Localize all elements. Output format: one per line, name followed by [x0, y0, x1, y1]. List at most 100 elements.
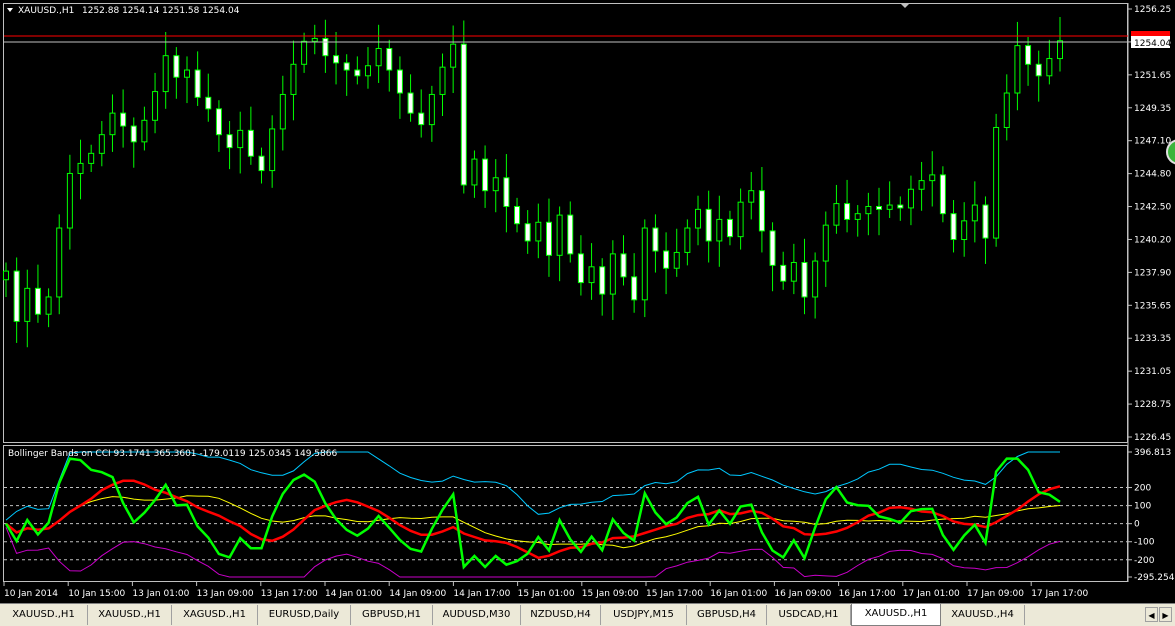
candle-body: [45, 296, 52, 315]
candle-body: [183, 69, 190, 78]
candle-body: [205, 96, 212, 110]
chart-shift-marker-icon[interactable]: [900, 3, 910, 8]
candle-body: [194, 69, 201, 98]
candle-body: [673, 251, 680, 269]
candle-body: [865, 205, 872, 215]
chart-tab-gbpusd-h4-8[interactable]: GBPUSD,H4: [687, 605, 767, 625]
time-label: 10 Jan 2014: [4, 589, 58, 599]
candle-body: [1025, 45, 1032, 65]
tab-scroll-right-icon[interactable]: ▶: [1159, 607, 1172, 622]
chart-tab-xauusd-h1-0[interactable]: XAUUSD.,H1: [0, 605, 88, 625]
price-scale[interactable]: 1256.251253.951251.651249.351247.101244.…: [1128, 5, 1171, 443]
candle-body: [886, 204, 893, 210]
candle-body: [822, 224, 829, 262]
chart-tab-xauusd-h4-11[interactable]: XAUUSD.,H4: [941, 605, 1025, 625]
candle-body: [780, 264, 787, 282]
chart-tab-usdjpy-m15-7[interactable]: USDJPY,M15: [601, 605, 687, 625]
candle-body: [1057, 40, 1063, 60]
candle-body: [641, 227, 648, 301]
candle-body: [833, 203, 840, 226]
candle-body: [918, 180, 925, 190]
time-axis[interactable]: 10 Jan 2014 10 Jan 15:00 13 Jan 01:00 13 Ja…: [3, 582, 1088, 599]
price-chart[interactable]: XAUUSD.,H1 1252.88 1254.14 1251.58 1254.…: [0, 0, 1175, 603]
candle-body: [301, 40, 308, 65]
candle-body: [34, 287, 41, 315]
chart-tab-nzdusd-h4-6[interactable]: NZDUSD,H4: [521, 605, 601, 625]
chart-tab-eurusd-daily-3[interactable]: EURUSD,Daily: [258, 605, 351, 625]
candle-body: [333, 55, 340, 64]
candle-body: [354, 69, 361, 77]
price-label: 1233.35: [1134, 334, 1171, 344]
indicator-lines: [4, 451, 1061, 578]
candle-body: [311, 37, 318, 42]
candle-body: [726, 218, 733, 238]
indicator-scale-label: 200: [1134, 484, 1151, 494]
time-label: 13 Jan 17:00: [261, 589, 318, 599]
candle-body: [375, 47, 382, 67]
time-label: 14 Jan 17:00: [453, 589, 510, 599]
candle-body: [737, 201, 744, 238]
candle-body: [663, 250, 670, 269]
candle-body: [450, 43, 457, 68]
candle-body: [418, 112, 425, 126]
candle-body: [545, 221, 552, 256]
candle-body: [567, 214, 574, 255]
candle-body: [66, 172, 73, 229]
candle-body: [24, 287, 31, 322]
candle-body: [343, 62, 350, 71]
candle-body: [439, 66, 446, 95]
time-label: 15 Jan 09:00: [582, 589, 639, 599]
time-label: 15 Jan 01:00: [518, 589, 575, 599]
price-label: 1226.45: [1134, 433, 1171, 443]
candle-body: [705, 208, 712, 242]
candle-body: [279, 93, 286, 130]
candle-body: [993, 126, 1000, 239]
indicator-scale-label: -200: [1134, 556, 1155, 566]
candle-body: [695, 208, 702, 229]
candle-body: [758, 190, 765, 232]
chart-tab-audusd-m30-5[interactable]: AUDUSD,M30: [433, 605, 521, 625]
candle-body: [77, 162, 84, 174]
chart-tab-bar: XAUUSD.,H1 XAUUSD.,H1 XAGUSD.,H1 EURUSD,Dai…: [0, 603, 1175, 626]
candle-body: [609, 253, 616, 295]
time-label: 14 Jan 01:00: [325, 589, 382, 599]
chart-tab-gbpusd-h1-4[interactable]: GBPUSD,H1: [351, 605, 433, 625]
candle-body: [492, 177, 499, 192]
main-plot-frame: [3, 3, 1128, 443]
candle-body: [577, 253, 584, 284]
candle-body: [929, 174, 936, 182]
time-label: 16 Jan 17:00: [839, 589, 896, 599]
candle-body: [961, 220, 968, 241]
time-label: 14 Jan 09:00: [389, 589, 446, 599]
candle-body: [503, 177, 510, 207]
chart-menu-arrow-icon[interactable]: [7, 8, 13, 12]
indicator-scale[interactable]: 396.813 200 100 0 -100 -200 -295.2547: [1128, 448, 1175, 583]
candle-body: [152, 91, 159, 121]
candle-body: [812, 260, 819, 298]
candle-body: [215, 108, 222, 136]
candle-body: [801, 261, 808, 298]
tab-scroll-left-icon[interactable]: ◀: [1145, 607, 1158, 622]
candle-body: [982, 204, 989, 239]
candle-body: [98, 134, 105, 154]
candle-body: [514, 205, 521, 225]
candle-body: [173, 55, 180, 78]
candle-body: [939, 174, 946, 215]
candle-body: [247, 129, 254, 157]
candle-body: [162, 55, 169, 93]
price-label: 1251.65: [1134, 71, 1171, 81]
candle-body: [3, 270, 9, 281]
chart-window[interactable]: XAUUSD.,H1 1252.88 1254.14 1251.58 1254.…: [0, 0, 1175, 603]
candle-body: [141, 119, 148, 143]
chart-tab-usdcad-h1-9[interactable]: USDCAD,H1: [767, 605, 851, 625]
candle-body: [290, 63, 297, 95]
indicator-scale-label: 0: [1134, 520, 1140, 530]
candle-body: [56, 227, 63, 298]
candle-body: [1014, 45, 1021, 94]
price-label: 1235.65: [1134, 301, 1171, 311]
candle-body: [599, 266, 606, 295]
chart-tab-xauusd-h1-1[interactable]: XAUUSD.,H1: [88, 605, 172, 625]
chart-tab-xagusd-h1-2[interactable]: XAGUSD.,H1: [172, 605, 258, 625]
time-label: 17 Jan 01:00: [903, 589, 960, 599]
chart-tab-xauusd-h1-10[interactable]: XAUUSD.,H1: [851, 604, 941, 626]
